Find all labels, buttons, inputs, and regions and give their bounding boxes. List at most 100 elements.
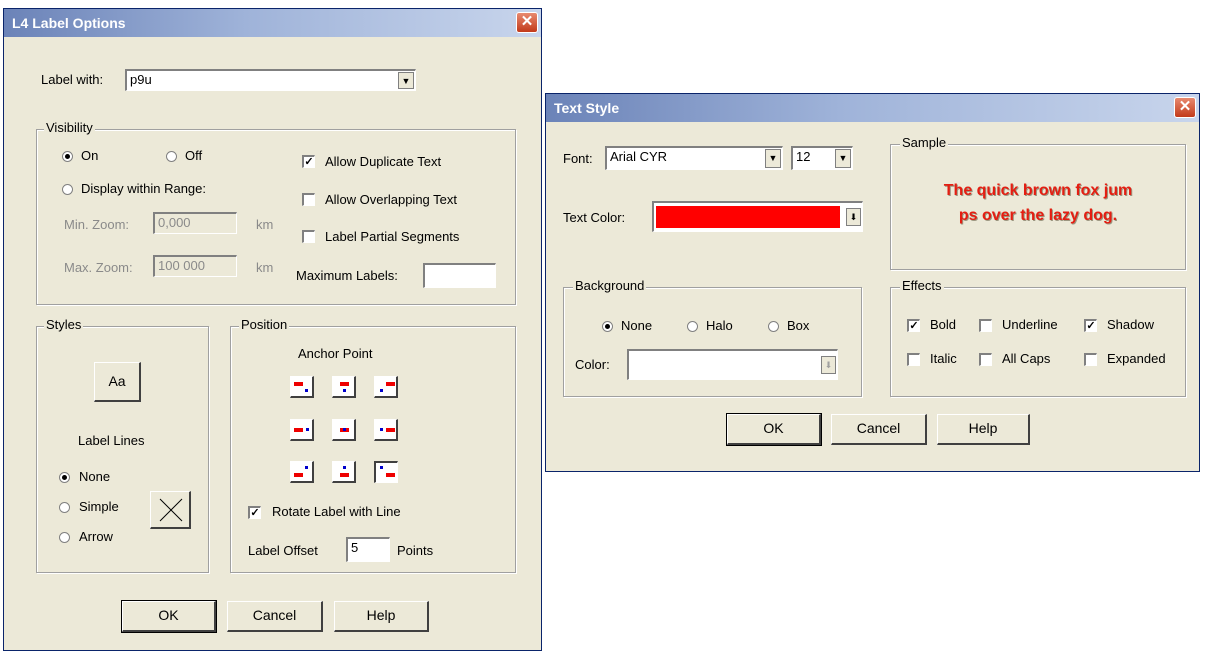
max-zoom-unit: km (256, 260, 274, 275)
chevron-down-icon[interactable]: ▼ (398, 72, 414, 89)
help-button[interactable]: Help (334, 601, 429, 632)
lines-arrow-label[interactable]: Arrow (79, 529, 113, 544)
anchor-top-center[interactable] (332, 376, 356, 398)
text-style-dialog: Text Style ✕ Font: Arial CYR ▼ 12 ▼ Text… (545, 93, 1200, 472)
font-label: Font: (563, 151, 593, 166)
allcaps-label[interactable]: All Caps (1002, 351, 1050, 366)
label-options-dialog: L4 Label Options ✕ Label with: p9u ▼ Vis… (3, 8, 542, 651)
text-color-label: Text Color: (563, 210, 626, 225)
text-color-picker[interactable]: ⬇ (652, 201, 863, 232)
visibility-on-radio[interactable] (62, 151, 73, 162)
line-style-icon (159, 498, 183, 522)
chevron-down-icon[interactable]: ▼ (765, 149, 781, 168)
anchor-point-heading: Anchor Point (298, 346, 373, 361)
label-offset-field[interactable]: 5 (346, 537, 390, 562)
position-group (230, 326, 516, 573)
bg-none-radio[interactable] (602, 321, 613, 332)
shadow-checkbox[interactable]: ✓ (1084, 319, 1097, 332)
expanded-label[interactable]: Expanded (1107, 351, 1166, 366)
font-value: Arial CYR (610, 149, 668, 164)
label-lines-heading: Label Lines (78, 433, 145, 448)
sample-line-2: ps over the lazy dog. (958, 207, 1118, 224)
font-size-select[interactable]: 12 ▼ (791, 146, 853, 170)
font-size-value: 12 (796, 149, 811, 164)
rotate-label-checkbox[interactable]: ✓ (248, 506, 261, 519)
label-with-label: Label with: (41, 72, 104, 87)
visibility-on-label[interactable]: On (81, 148, 98, 163)
visibility-off-radio[interactable] (166, 151, 177, 162)
cancel-button[interactable]: Cancel (227, 601, 323, 632)
cancel-button[interactable]: Cancel (831, 414, 927, 445)
lines-arrow-radio[interactable] (59, 532, 70, 543)
display-range-radio[interactable] (62, 184, 73, 195)
anchor-bottom-left[interactable] (290, 461, 314, 483)
anchor-middle-right[interactable] (374, 419, 398, 441)
styles-legend: Styles (44, 317, 84, 332)
title-bar[interactable]: Text Style (546, 94, 1199, 122)
lines-none-label[interactable]: None (79, 469, 110, 484)
bg-box-radio[interactable] (768, 321, 779, 332)
max-zoom-field[interactable]: 100 000 (153, 255, 237, 277)
anchor-top-left[interactable] (290, 376, 314, 398)
dropdown-arrow-icon[interactable]: ⬇ (821, 356, 836, 374)
sample-text: The quick brown fox jum ps over the lazy… (892, 178, 1184, 228)
label-with-value: p9u (130, 72, 152, 87)
anchor-bottom-center[interactable] (332, 461, 356, 483)
effects-legend: Effects (900, 278, 944, 293)
label-offset-unit: Points (397, 543, 434, 558)
dialog-title: Text Style (554, 100, 620, 116)
bg-color-label: Color: (575, 357, 610, 372)
sample-line-1: The quick brown fox jum (943, 182, 1133, 199)
bg-halo-radio[interactable] (687, 321, 698, 332)
allow-duplicate-checkbox[interactable]: ✓ (302, 155, 315, 168)
title-bar[interactable]: L4 Label Options (4, 9, 541, 37)
expanded-checkbox[interactable] (1084, 353, 1097, 366)
anchor-center[interactable] (332, 419, 356, 441)
allow-overlap-checkbox[interactable] (302, 193, 315, 206)
lines-simple-radio[interactable] (59, 502, 70, 513)
max-zoom-label: Max. Zoom: (64, 260, 133, 275)
allcaps-checkbox[interactable] (979, 353, 992, 366)
shadow-label[interactable]: Shadow (1107, 317, 1154, 332)
display-range-label[interactable]: Display within Range: (81, 181, 206, 196)
bg-none-label[interactable]: None (621, 318, 652, 333)
ok-button[interactable]: OK (121, 600, 217, 633)
close-icon[interactable]: ✕ (1174, 97, 1196, 118)
allow-duplicate-label[interactable]: Allow Duplicate Text (325, 154, 441, 169)
bg-color-picker[interactable]: ⬇ (627, 349, 838, 380)
line-style-button[interactable] (150, 491, 191, 529)
allow-overlap-label[interactable]: Allow Overlapping Text (325, 192, 457, 207)
dialog-title: L4 Label Options (12, 15, 126, 31)
ok-button[interactable]: OK (726, 413, 822, 446)
italic-checkbox[interactable] (907, 353, 920, 366)
bold-label[interactable]: Bold (930, 317, 956, 332)
max-labels-label: Maximum Labels: (296, 268, 398, 283)
lines-none-radio[interactable] (59, 472, 70, 483)
partial-segments-label[interactable]: Label Partial Segments (325, 229, 459, 244)
max-labels-field[interactable] (423, 263, 496, 288)
help-button[interactable]: Help (937, 414, 1030, 445)
anchor-middle-left[interactable] (290, 419, 314, 441)
lines-simple-label[interactable]: Simple (79, 499, 119, 514)
underline-checkbox[interactable] (979, 319, 992, 332)
partial-segments-checkbox[interactable] (302, 230, 315, 243)
font-select[interactable]: Arial CYR ▼ (605, 146, 783, 170)
bg-box-label[interactable]: Box (787, 318, 809, 333)
visibility-off-label[interactable]: Off (185, 148, 202, 163)
underline-label[interactable]: Underline (1002, 317, 1058, 332)
label-offset-label: Label Offset (248, 543, 318, 558)
close-icon[interactable]: ✕ (516, 12, 538, 33)
position-legend: Position (239, 317, 290, 332)
anchor-bottom-right[interactable] (374, 461, 398, 483)
dropdown-arrow-icon[interactable]: ⬇ (846, 208, 861, 226)
label-with-select[interactable]: p9u ▼ (125, 69, 416, 91)
italic-label[interactable]: Italic (930, 351, 957, 366)
chevron-down-icon[interactable]: ▼ (835, 149, 851, 168)
bold-checkbox[interactable]: ✓ (907, 319, 920, 332)
bg-halo-label[interactable]: Halo (706, 318, 733, 333)
aa-style-button[interactable]: Aa (94, 362, 141, 402)
rotate-label-label[interactable]: Rotate Label with Line (272, 504, 401, 519)
effects-group (890, 287, 1186, 397)
min-zoom-field[interactable]: 0,000 (153, 212, 237, 234)
anchor-top-right[interactable] (374, 376, 398, 398)
